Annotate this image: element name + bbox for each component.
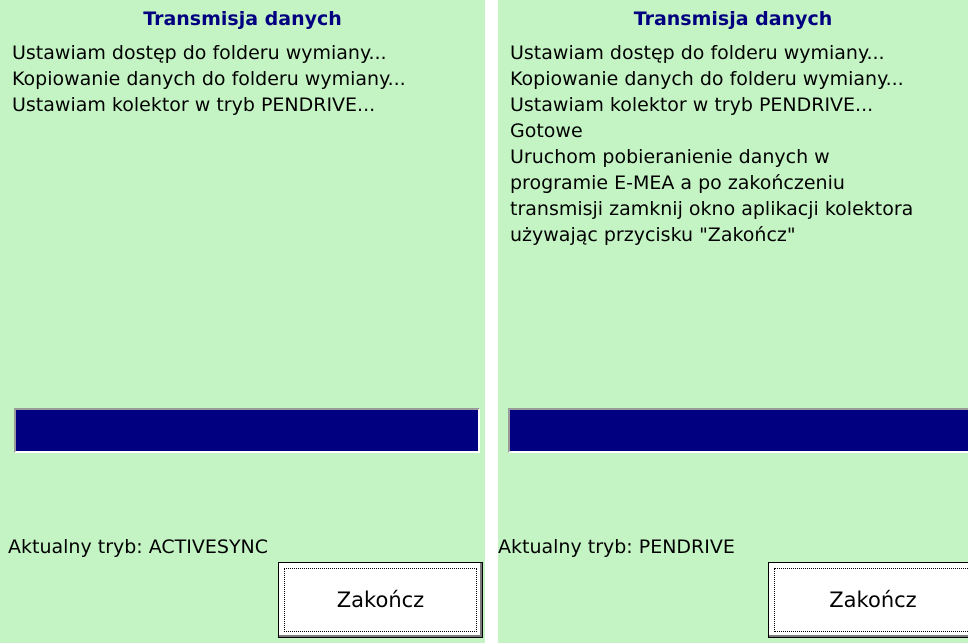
log-line: Gotowe — [510, 120, 583, 142]
log-line: transmisji zamknij okno aplikacji kolekt… — [510, 198, 914, 220]
finish-button-label: Zakończ — [336, 588, 425, 612]
log-line: programie E-MEA a po zakończeniu — [510, 172, 845, 194]
window-title: Transmisja danych — [143, 8, 342, 30]
log-line: Kopiowanie danych do folderu wymiany... — [12, 68, 406, 90]
log-line: Uruchom pobieranienie danych w — [510, 146, 830, 168]
log-line: Kopiowanie danych do folderu wymiany... — [510, 68, 904, 90]
finish-button-label: Zakończ — [829, 588, 917, 612]
current-mode-label: Aktualny tryb: PENDRIVE — [498, 536, 735, 558]
screen-left: Transmisja danych Ustawiam dostęp do fol… — [0, 0, 485, 643]
screen-right: Transmisja danych Ustawiam dostęp do fol… — [498, 0, 968, 643]
finish-button[interactable]: Zakończ — [278, 562, 483, 638]
progress-fill — [16, 410, 478, 451]
log-line: Ustawiam dostęp do folderu wymiany... — [12, 42, 387, 64]
status-log: Ustawiam dostęp do folderu wymiany... Ko… — [12, 40, 485, 118]
status-log: Ustawiam dostęp do folderu wymiany... Ko… — [510, 40, 968, 248]
log-line: Ustawiam dostęp do folderu wymiany... — [510, 42, 885, 64]
window-title: Transmisja danych — [633, 8, 833, 30]
finish-button[interactable]: Zakończ — [768, 562, 968, 638]
log-line: Ustawiam kolektor w tryb PENDRIVE... — [12, 94, 376, 116]
log-line: używając przycisku "Zakończ" — [510, 224, 796, 246]
progress-fill — [510, 410, 968, 451]
current-mode-label: Aktualny tryb: ACTIVESYNC — [8, 536, 269, 558]
log-line: Ustawiam kolektor w tryb PENDRIVE... — [510, 94, 874, 116]
progress-bar — [508, 408, 968, 453]
progress-bar — [14, 408, 480, 453]
